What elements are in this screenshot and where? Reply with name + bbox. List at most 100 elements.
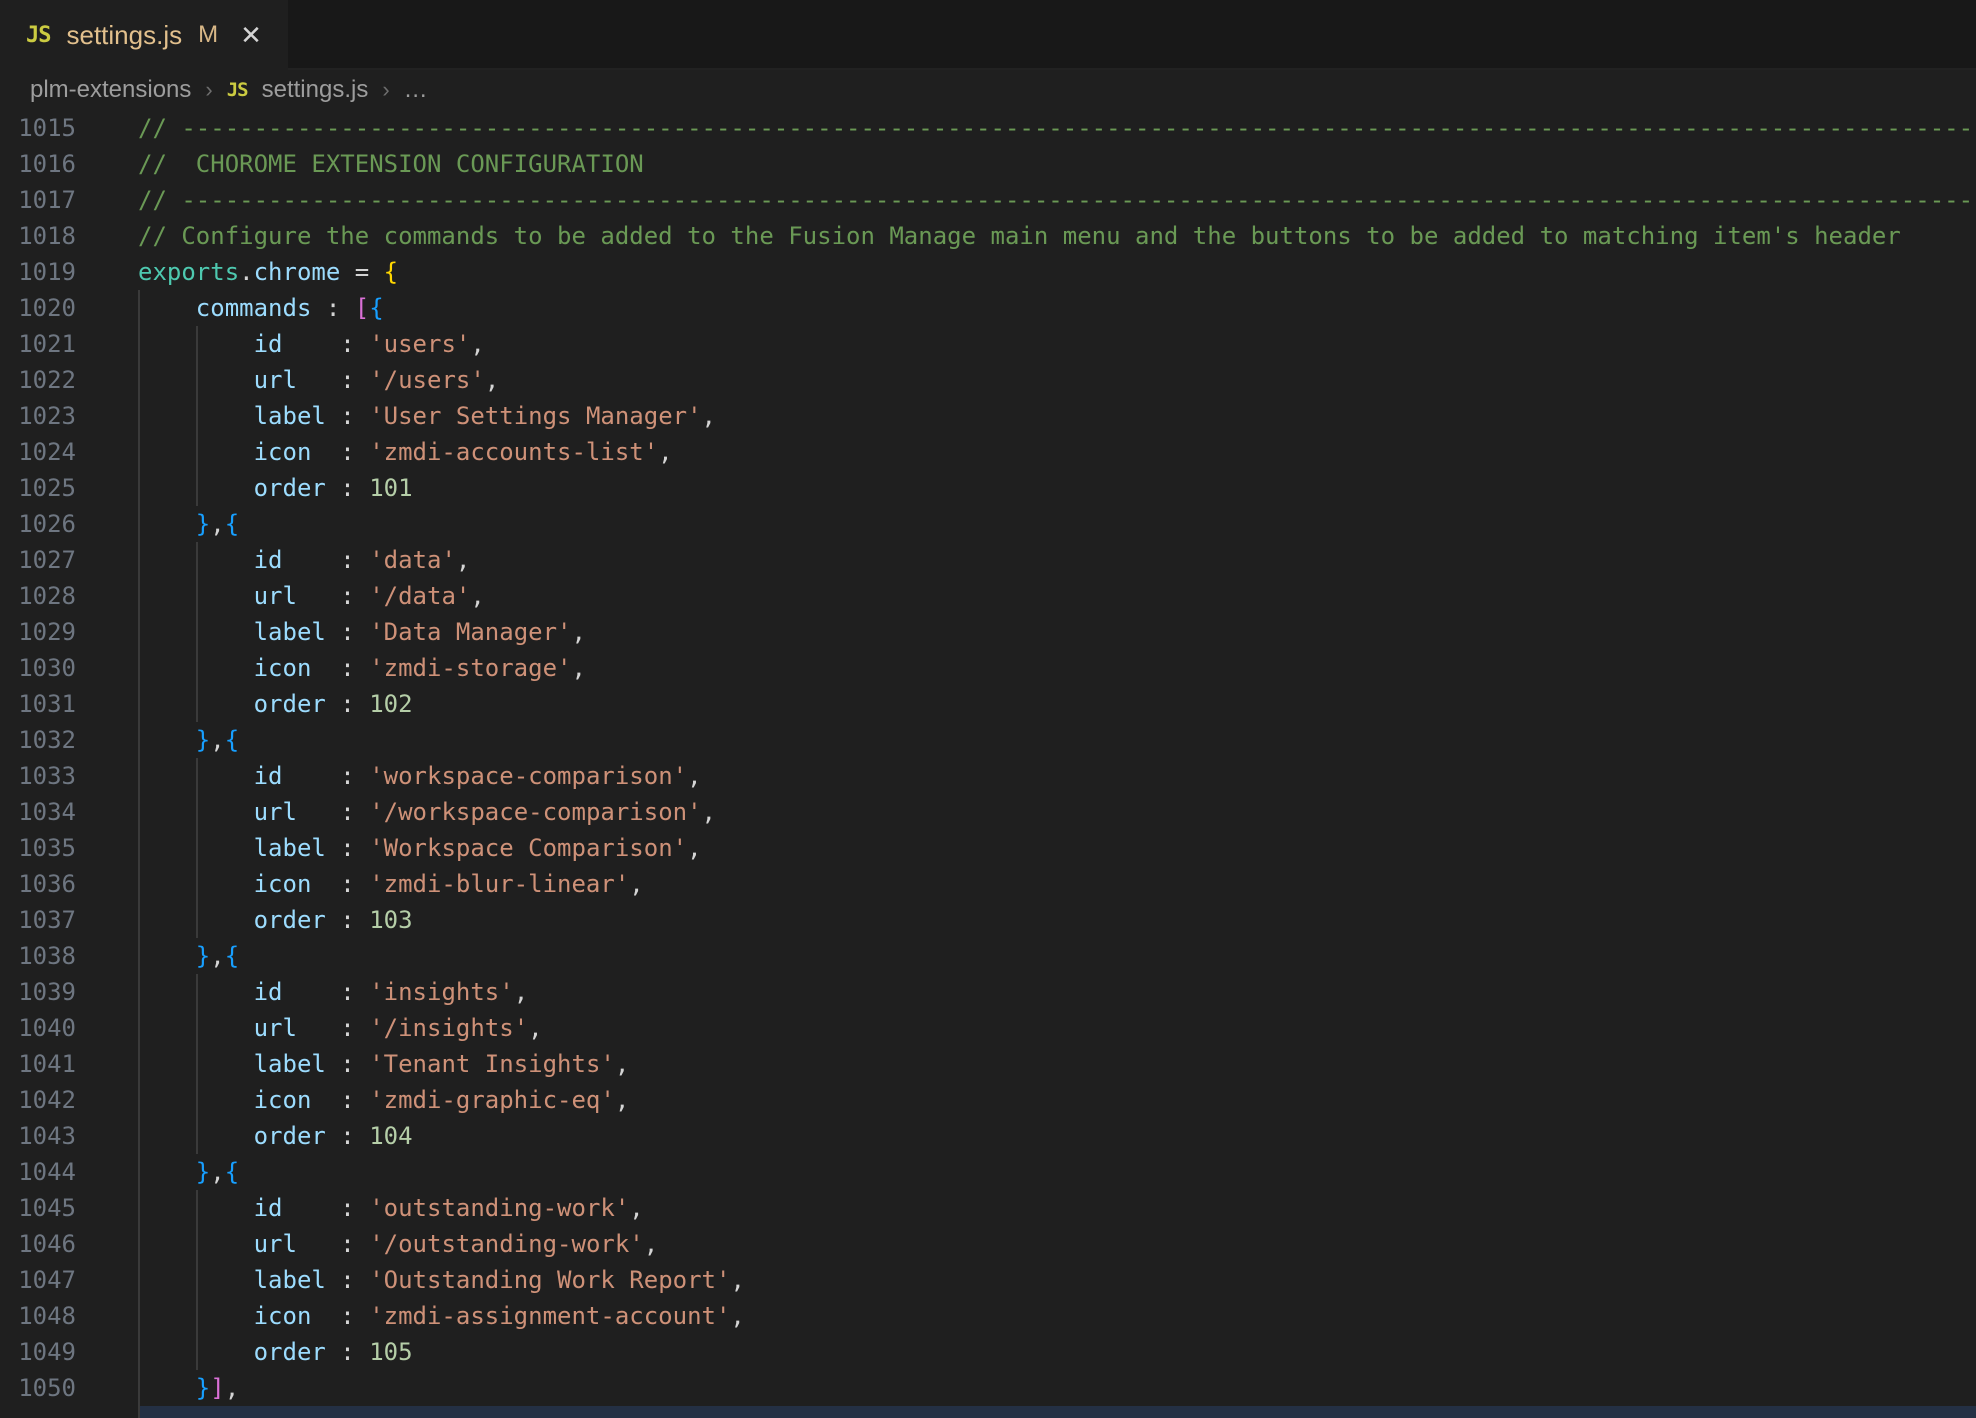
line-number[interactable]: 1032 xyxy=(0,722,76,758)
line-number[interactable]: 1018 xyxy=(0,218,76,254)
code-token xyxy=(138,510,196,538)
code-line[interactable]: 1018// Configure the commands to be adde… xyxy=(0,218,1976,254)
indent-guide xyxy=(138,542,140,578)
code-line[interactable]: 1030 icon : 'zmdi-storage', xyxy=(0,650,1976,686)
line-number[interactable]: 1047 xyxy=(0,1262,76,1298)
line-number[interactable]: 1044 xyxy=(0,1154,76,1190)
line-number[interactable]: 1038 xyxy=(0,938,76,974)
line-number[interactable]: 1042 xyxy=(0,1082,76,1118)
code-token: : xyxy=(297,1014,369,1042)
code-token: , xyxy=(658,438,672,466)
line-number[interactable]: 1025 xyxy=(0,470,76,506)
code-line[interactable]: 1037 order : 103 xyxy=(0,902,1976,938)
line-number[interactable]: 1016 xyxy=(0,146,76,182)
code-line[interactable]: 1050 }], xyxy=(0,1370,1976,1406)
code-line[interactable]: 1028 url : '/data', xyxy=(0,578,1976,614)
line-number[interactable]: 1024 xyxy=(0,434,76,470)
line-number[interactable]: 1040 xyxy=(0,1010,76,1046)
code-line[interactable]: 1019exports.chrome = { xyxy=(0,254,1976,290)
line-number[interactable]: 1021 xyxy=(0,326,76,362)
code-line[interactable]: 1027 id : 'data', xyxy=(0,542,1976,578)
line-number[interactable]: 1029 xyxy=(0,614,76,650)
code-line[interactable]: 1021 id : 'users', xyxy=(0,326,1976,362)
breadcrumb-symbol-ellipsis[interactable]: … xyxy=(404,76,428,104)
breadcrumb-file[interactable]: settings.js xyxy=(262,76,369,104)
line-number[interactable]: 1036 xyxy=(0,866,76,902)
code-line[interactable]: 1024 icon : 'zmdi-accounts-list', xyxy=(0,434,1976,470)
code-line[interactable]: 1046 url : '/outstanding-work', xyxy=(0,1226,1976,1262)
code-content: label : 'User Settings Manager', xyxy=(138,398,1976,434)
indent-guide xyxy=(138,974,140,1010)
code-content: commands : [{ xyxy=(138,290,1976,326)
code-line[interactable]: 1042 icon : 'zmdi-graphic-eq', xyxy=(0,1082,1976,1118)
code-line[interactable]: 1038 },{ xyxy=(0,938,1976,974)
indent-guide xyxy=(138,1010,140,1046)
code-line[interactable]: 1039 id : 'insights', xyxy=(0,974,1976,1010)
code-line[interactable]: 1022 url : '/users', xyxy=(0,362,1976,398)
indent-guide xyxy=(138,1082,140,1118)
code-line[interactable]: 1033 id : 'workspace-comparison', xyxy=(0,758,1976,794)
code-token: url xyxy=(254,798,297,826)
line-number[interactable]: 1039 xyxy=(0,974,76,1010)
code-token: order xyxy=(254,1338,326,1366)
line-number[interactable]: 1028 xyxy=(0,578,76,614)
code-line[interactable]: 1049 order : 105 xyxy=(0,1334,1976,1370)
javascript-file-icon: JS xyxy=(26,23,51,48)
line-number[interactable]: 1050 xyxy=(0,1370,76,1406)
line-number[interactable]: 1026 xyxy=(0,506,76,542)
code-token: { xyxy=(225,942,239,970)
line-number[interactable]: 1031 xyxy=(0,686,76,722)
line-number[interactable]: 1027 xyxy=(0,542,76,578)
code-line[interactable]: 1034 url : '/workspace-comparison', xyxy=(0,794,1976,830)
code-line[interactable]: 1045 id : 'outstanding-work', xyxy=(0,1190,1976,1226)
code-line[interactable]: 1044 },{ xyxy=(0,1154,1976,1190)
indent-guide xyxy=(138,1406,140,1418)
code-line[interactable]: 1036 icon : 'zmdi-blur-linear', xyxy=(0,866,1976,902)
line-number[interactable]: 1041 xyxy=(0,1046,76,1082)
line-number[interactable]: 1035 xyxy=(0,830,76,866)
code-line[interactable]: 1040 url : '/insights', xyxy=(0,1010,1976,1046)
code-line[interactable]: 1032 },{ xyxy=(0,722,1976,758)
partial-line-1051[interactable] xyxy=(0,1406,1976,1418)
code-line[interactable]: 1029 label : 'Data Manager', xyxy=(0,614,1976,650)
code-token: id xyxy=(254,546,283,574)
code-line[interactable]: 1041 label : 'Tenant Insights', xyxy=(0,1046,1976,1082)
line-number[interactable]: 1020 xyxy=(0,290,76,326)
line-number[interactable]: 1015 xyxy=(0,110,76,146)
code-line[interactable]: 1031 order : 102 xyxy=(0,686,1976,722)
code-content: icon : 'zmdi-blur-linear', xyxy=(138,866,1976,902)
code-line[interactable]: 1035 label : 'Workspace Comparison', xyxy=(0,830,1976,866)
line-number[interactable]: 1048 xyxy=(0,1298,76,1334)
line-number[interactable]: 1046 xyxy=(0,1226,76,1262)
line-number[interactable]: 1033 xyxy=(0,758,76,794)
line-number[interactable]: 1034 xyxy=(0,794,76,830)
code-line[interactable]: 1043 order : 104 xyxy=(0,1118,1976,1154)
line-number[interactable]: 1037 xyxy=(0,902,76,938)
code-line[interactable]: 1023 label : 'User Settings Manager', xyxy=(0,398,1976,434)
line-number[interactable]: 1023 xyxy=(0,398,76,434)
close-icon[interactable]: ✕ xyxy=(240,20,262,51)
tab-settings-js[interactable]: JS settings.js M ✕ xyxy=(0,0,288,70)
code-token: : xyxy=(326,1122,369,1150)
indent-guide xyxy=(196,758,198,794)
code-line[interactable]: 1025 order : 101 xyxy=(0,470,1976,506)
line-number[interactable]: 1043 xyxy=(0,1118,76,1154)
line-number[interactable]: 1049 xyxy=(0,1334,76,1370)
code-line[interactable]: 1017// ---------------------------------… xyxy=(0,182,1976,218)
code-line[interactable]: 1048 icon : 'zmdi-assignment-account', xyxy=(0,1298,1976,1334)
line-number[interactable]: 1030 xyxy=(0,650,76,686)
code-line[interactable]: 1015// ---------------------------------… xyxy=(0,110,1976,146)
indent-guide xyxy=(196,578,198,614)
code-token: '/workspace-comparison' xyxy=(369,798,701,826)
code-line[interactable]: 1047 label : 'Outstanding Work Report', xyxy=(0,1262,1976,1298)
line-number[interactable]: 1017 xyxy=(0,182,76,218)
code-line[interactable]: 1020 commands : [{ xyxy=(0,290,1976,326)
code-line[interactable]: 1026 },{ xyxy=(0,506,1976,542)
breadcrumb-folder[interactable]: plm-extensions xyxy=(30,76,191,104)
indent-guide xyxy=(138,794,140,830)
code-lines: 1015// ---------------------------------… xyxy=(0,110,1976,1406)
line-number[interactable]: 1022 xyxy=(0,362,76,398)
line-number[interactable]: 1045 xyxy=(0,1190,76,1226)
line-number[interactable]: 1019 xyxy=(0,254,76,290)
code-line[interactable]: 1016// CHOROME EXTENSION CONFIGURATION xyxy=(0,146,1976,182)
